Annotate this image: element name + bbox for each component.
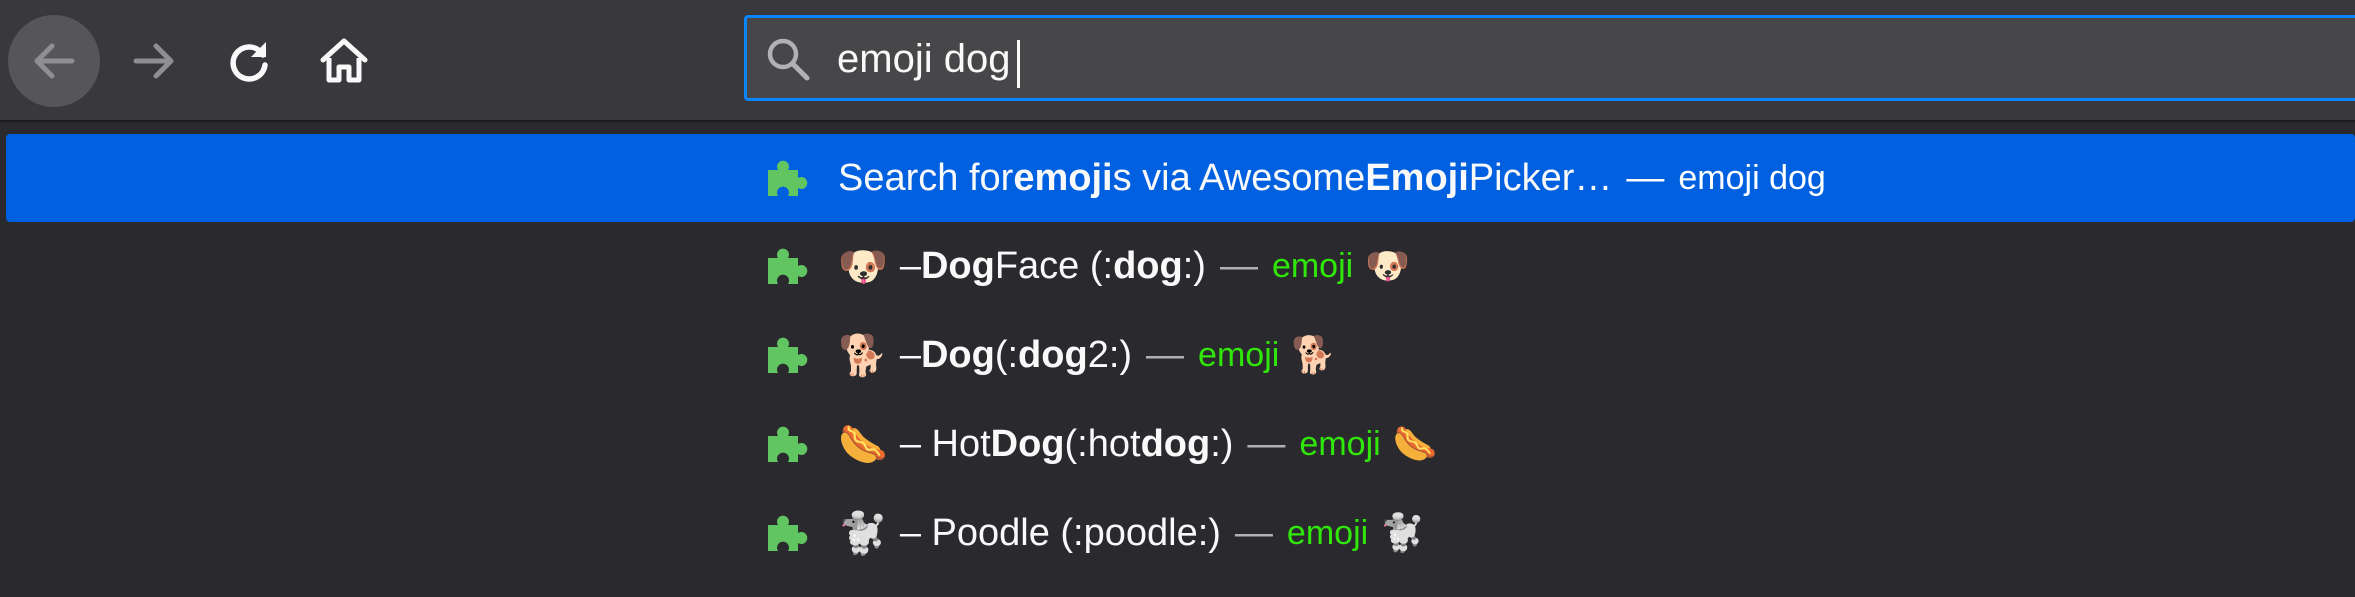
hot-dog-emoji: 🌭 (838, 421, 888, 468)
poodle-emoji: 🐩 (838, 510, 888, 557)
text-caret (1017, 40, 1020, 88)
result-separator: — (1234, 511, 1273, 554)
result-action: emoji (1286, 513, 1369, 552)
home-button[interactable] (298, 15, 390, 107)
search-icon (767, 38, 810, 81)
puzzle-piece-icon (768, 337, 808, 373)
home-icon (320, 38, 368, 83)
dog-face-emoji: 🐶 (1365, 246, 1411, 287)
back-arrow-icon (34, 43, 75, 79)
forward-button[interactable] (108, 15, 200, 107)
puzzle-piece-icon (768, 248, 808, 284)
poodle-emoji: 🐩 (1380, 513, 1425, 554)
result-text-suffix: :) (1182, 244, 1206, 287)
result-text-middle: (: (994, 333, 1019, 376)
result-separator: — (1626, 156, 1665, 199)
dog-emoji: 🐕 (1291, 335, 1337, 376)
result-row-dog-face[interactable]: 🐶 – Dog Face (: dog :) — emoji 🐶 (6, 222, 2355, 310)
url-input[interactable] (837, 30, 2237, 88)
result-text-match: emoji (1013, 156, 1113, 199)
result-text-match: dog (1018, 333, 1088, 376)
result-content: 🐩 – Poodle (:poodle:) — emoji 🐩 (838, 489, 1425, 577)
result-content: Search for emoji s via Awesome Emoji Pic… (838, 134, 1826, 222)
result-separator: — (1219, 244, 1258, 287)
result-text-prefix: – Poodle (:poodle:) (899, 511, 1221, 554)
reload-icon (230, 42, 268, 82)
result-text-match: Dog (990, 422, 1065, 465)
result-row-search[interactable]: Search for emoji s via Awesome Emoji Pic… (6, 134, 2355, 222)
puzzle-piece-icon (768, 426, 808, 462)
result-text-match: dog (1113, 244, 1183, 287)
result-content: 🐕 – Dog (: dog 2:) — emoji 🐕 (838, 311, 1336, 399)
navigation-toolbar (0, 0, 2355, 122)
puzzle-piece-icon (768, 160, 808, 196)
result-separator: — (1247, 422, 1286, 465)
result-text-suffix: Picker… (1468, 156, 1613, 199)
result-text-prefix: – (899, 244, 921, 287)
dog-face-emoji: 🐶 (838, 243, 888, 290)
result-text-prefix: – Hot (899, 422, 991, 465)
result-action: emoji dog (1678, 158, 1826, 197)
result-row-poodle[interactable]: 🐩 – Poodle (:poodle:) — emoji 🐩 (6, 489, 2355, 577)
result-text-prefix: Search for (838, 156, 1014, 199)
back-button[interactable] (8, 15, 100, 107)
result-text-prefix: – (899, 333, 921, 376)
result-text-suffix: :) (1210, 422, 1234, 465)
result-text-middle: Face (: (994, 244, 1114, 287)
result-action: emoji (1299, 424, 1381, 463)
autocomplete-popup: Search for emoji s via Awesome Emoji Pic… (0, 122, 2355, 597)
dog-emoji: 🐕 (838, 332, 888, 379)
result-text-match: dog (1140, 422, 1211, 465)
result-action: emoji (1198, 335, 1280, 374)
result-row-hot-dog[interactable]: 🌭 – Hot Dog (:hot dog :) — emoji 🌭 (6, 400, 2355, 488)
result-text-match: Dog (920, 244, 995, 287)
reload-button[interactable] (203, 15, 295, 107)
hot-dog-emoji: 🌭 (1392, 424, 1438, 465)
result-action: emoji (1271, 246, 1354, 285)
result-text-match: Emoji (1365, 156, 1469, 199)
result-text-suffix: 2:) (1087, 333, 1133, 376)
result-text-middle: s via Awesome (1112, 156, 1366, 199)
forward-arrow-icon (133, 43, 174, 79)
result-separator: — (1146, 333, 1185, 376)
result-text-match: Dog (920, 333, 995, 376)
result-text-middle: (:hot (1064, 422, 1141, 465)
url-bar[interactable] (744, 15, 2355, 101)
result-row-dog[interactable]: 🐕 – Dog (: dog 2:) — emoji 🐕 (6, 311, 2355, 399)
puzzle-piece-icon (768, 515, 808, 551)
result-content: 🌭 – Hot Dog (:hot dog :) — emoji 🌭 (838, 400, 1438, 488)
result-content: 🐶 – Dog Face (: dog :) — emoji 🐶 (838, 222, 1410, 310)
